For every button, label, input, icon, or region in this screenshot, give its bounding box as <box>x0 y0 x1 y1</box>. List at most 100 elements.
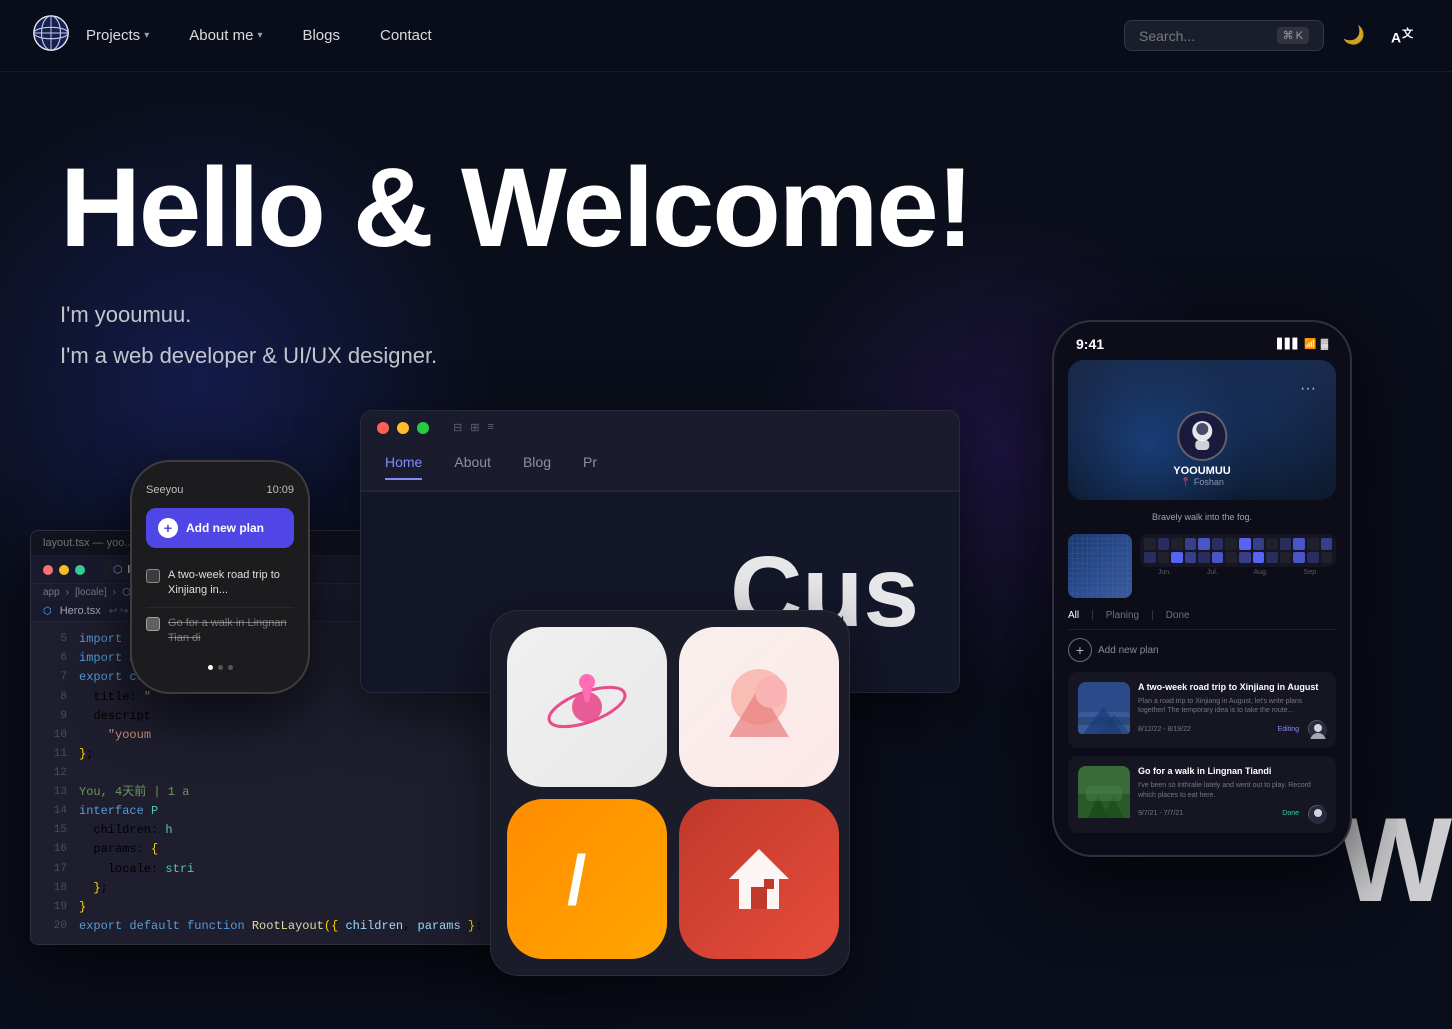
translate-button[interactable]: A文 <box>1384 18 1420 54</box>
post-2-title: Go for a walk in Lingnan Tiandi <box>1138 766 1326 778</box>
app-icon-home[interactable] <box>679 799 839 959</box>
app-icon-orbit[interactable] <box>507 627 667 787</box>
phone-avatar-section: YOOUMUU 📍 Foshan <box>1173 411 1230 488</box>
search-box[interactable]: Search... ⌘ K <box>1124 20 1324 51</box>
watch-todo-item-2[interactable]: Go for a walk in Lingnan Tian di <box>146 608 294 655</box>
watch-dot-2 <box>218 665 223 670</box>
kbd-key: K <box>1296 30 1303 42</box>
watch-todo-item-1[interactable]: A two-week road trip to Xinjiang in... <box>146 560 294 608</box>
traffic-light-yellow[interactable] <box>397 422 409 434</box>
post-thumb-1 <box>1078 682 1130 734</box>
nav-contact-label: Contact <box>380 27 432 44</box>
nav-right: Search... ⌘ K 🌙 A文 <box>1124 18 1420 54</box>
post-1-content: A two-week road trip to Xinjiang in Augu… <box>1138 682 1326 738</box>
post-2-content: Go for a walk in Lingnan Tiandi I've bee… <box>1138 766 1326 822</box>
post-1-avatar <box>1308 720 1326 738</box>
watch-todo-text-2: Go for a walk in Lingnan Tian di <box>168 616 294 647</box>
phone-tab-done[interactable]: Done <box>1166 610 1190 625</box>
phone-activity-section: Jun. Jul. Aug. Sep. <box>1068 534 1336 598</box>
watch-dot-3 <box>228 665 233 670</box>
nav-links: Projects ▾ About me ▾ Blogs Contact <box>70 19 1124 52</box>
phone-add-plan-label: Add new plan <box>1098 645 1159 656</box>
phone-post-2[interactable]: Go for a walk in Lingnan Tiandi I've bee… <box>1068 756 1336 832</box>
watch-add-plan-label: Add new plan <box>186 521 264 535</box>
dark-mode-toggle[interactable]: 🌙 <box>1336 18 1372 54</box>
phone-clock: 9:41 <box>1076 336 1104 352</box>
hero-title: Hello & Welcome! <box>60 152 1392 264</box>
nav-item-contact[interactable]: Contact <box>364 19 448 52</box>
phone-tabs: All | Planing | Done <box>1068 606 1336 630</box>
phone-username: YOOUMUU <box>1173 465 1230 477</box>
svg-text:/: / <box>567 841 586 919</box>
watch-notification: Seeyou <box>146 484 183 496</box>
browser-window-controls: ⊟⊞≡ <box>453 421 494 434</box>
phone-add-plan[interactable]: + Add new plan <box>1068 638 1336 662</box>
app-icon-gradient[interactable] <box>679 627 839 787</box>
post-1-meta: 8/12/22 - 8/19/22 Editing <box>1138 720 1326 738</box>
post-1-date: 8/12/22 - 8/19/22 <box>1138 726 1191 733</box>
nav-item-projects[interactable]: Projects ▾ <box>70 19 165 52</box>
projects-chevron-icon: ▾ <box>144 30 149 41</box>
phone-map-thumbnail[interactable] <box>1068 534 1132 598</box>
wifi-icon: 📶 <box>1304 339 1316 350</box>
about-chevron-icon: ▾ <box>257 30 262 41</box>
phone-bio: Bravely walk into the fog. <box>1068 508 1336 526</box>
navbar: Projects ▾ About me ▾ Blogs Contact Sear… <box>0 0 1452 72</box>
phone-activity-grid <box>1140 534 1336 567</box>
browser-titlebar: ⊟⊞≡ <box>361 411 959 444</box>
phone-avatar-img <box>1177 411 1227 461</box>
nav-blogs-label: Blogs <box>302 27 340 44</box>
right-edge-text-w: W <box>1339 791 1452 929</box>
post-2-status: Done <box>1277 809 1304 818</box>
phone-post-1[interactable]: A two-week road trip to Xinjiang in Augu… <box>1068 672 1336 748</box>
phone-status-bar: 9:41 ▋▋▋ 📶 ▓ <box>1068 336 1336 352</box>
watch-todo-text-1: A two-week road trip to Xinjiang in... <box>168 568 294 599</box>
phone-tab-all[interactable]: All <box>1068 610 1079 625</box>
browser-nav-pr[interactable]: Pr <box>583 454 597 480</box>
browser-nav: Home About Blog Pr <box>361 444 959 492</box>
phone-add-plan-icon: + <box>1068 638 1092 662</box>
kbd-modifier: ⌘ <box>1283 29 1294 42</box>
translate-icon: A文 <box>1391 25 1413 46</box>
nav-item-about[interactable]: About me ▾ <box>173 19 278 52</box>
watch-time: 10:09 <box>266 484 294 496</box>
watch-add-plan-button[interactable]: + Add new plan <box>146 508 294 548</box>
traffic-light-green[interactable] <box>417 422 429 434</box>
watch-pagination-dots <box>146 665 294 670</box>
app-icon-slash[interactable]: / <box>507 799 667 959</box>
phone-header: ··· YOOUMUU 📍 Foshan <box>1068 360 1336 500</box>
phone-card[interactable]: 9:41 ▋▋▋ 📶 ▓ ··· <box>1052 320 1352 857</box>
editor-window-title: layout.tsx — yoo... <box>43 537 133 549</box>
phone-more-button[interactable]: ··· <box>1300 380 1316 398</box>
traffic-light-red[interactable] <box>377 422 389 434</box>
browser-nav-blog[interactable]: Blog <box>523 454 551 480</box>
battery-icon: ▓ <box>1321 339 1328 350</box>
nav-about-label: About me <box>189 27 253 44</box>
search-kbd-hint: ⌘ K <box>1277 27 1309 44</box>
watch-checkbox-1[interactable] <box>146 569 160 583</box>
location-pin-icon: 📍 <box>1180 477 1191 487</box>
watch-checkbox-2[interactable] <box>146 617 160 631</box>
post-1-status: Editing <box>1273 725 1304 734</box>
browser-nav-home[interactable]: Home <box>385 454 422 480</box>
post-thumb-2 <box>1078 766 1130 818</box>
apps-grid-card[interactable]: / <box>490 610 850 976</box>
signal-icon: ▋▋▋ <box>1277 339 1300 350</box>
watch-add-icon: + <box>158 518 178 538</box>
watch-status-bar: Seeyou 10:09 <box>146 484 294 496</box>
moon-icon: 🌙 <box>1343 25 1365 46</box>
post-2-desc: I've been so inthralie lately and went o… <box>1138 781 1326 801</box>
post-2-avatar <box>1308 805 1326 823</box>
activity-month-labels: Jun. Jul. Aug. Sep. <box>1140 567 1336 578</box>
watch-dot-1 <box>208 665 213 670</box>
nav-item-blogs[interactable]: Blogs <box>286 19 356 52</box>
post-1-title: A two-week road trip to Xinjiang in Augu… <box>1138 682 1326 694</box>
search-placeholder: Search... <box>1139 28 1267 44</box>
watch-card[interactable]: Seeyou 10:09 + Add new plan A two-week r… <box>130 460 310 694</box>
post-2-date: 9/7/21 - 7/7/21 <box>1138 810 1183 817</box>
phone-tab-planing[interactable]: Planing <box>1106 610 1139 625</box>
logo[interactable] <box>32 14 70 57</box>
post-1-desc: Plan a road trip to Xinjiang in August, … <box>1138 697 1326 717</box>
editor-tab-icon-1 <box>43 565 53 575</box>
browser-nav-about[interactable]: About <box>454 454 491 480</box>
